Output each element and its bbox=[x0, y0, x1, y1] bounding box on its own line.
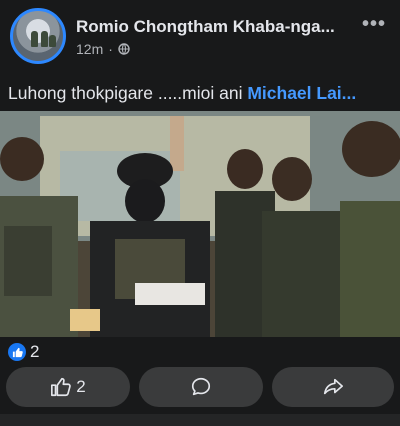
post-meta: 12m · bbox=[76, 41, 130, 57]
author-name[interactable]: Romio Chongtham Khaba-nga... bbox=[76, 17, 346, 37]
avatar-figure bbox=[41, 31, 48, 47]
share-icon bbox=[323, 378, 343, 395]
post-video[interactable] bbox=[0, 111, 400, 337]
like-button[interactable]: 2 bbox=[6, 367, 130, 407]
like-reaction-icon bbox=[8, 343, 26, 361]
caption-mention[interactable]: Michael Lai... bbox=[247, 83, 356, 103]
avatar-figure bbox=[31, 31, 38, 47]
post-caption: Luhong thokpigare .....mioi ani Michael … bbox=[8, 83, 356, 104]
avatar-figure bbox=[49, 35, 56, 47]
video-frame bbox=[0, 111, 400, 337]
bottom-bar bbox=[0, 414, 400, 426]
reaction-summary[interactable]: 2 bbox=[8, 342, 39, 362]
caption-text: Luhong thokpigare .....mioi ani bbox=[8, 83, 248, 103]
share-button[interactable] bbox=[272, 367, 394, 407]
reaction-count: 2 bbox=[30, 342, 40, 361]
avatar[interactable] bbox=[10, 8, 66, 64]
action-bar: 2 bbox=[0, 367, 400, 409]
meta-separator: · bbox=[108, 41, 113, 57]
more-options-button[interactable]: ••• bbox=[360, 14, 388, 34]
post-time[interactable]: 12m bbox=[76, 41, 103, 57]
comment-icon bbox=[191, 377, 211, 396]
like-count: 2 bbox=[76, 377, 86, 396]
more-icon: ••• bbox=[361, 13, 386, 35]
comment-button[interactable] bbox=[139, 367, 263, 407]
globe-icon bbox=[118, 43, 130, 55]
post-header: Romio Chongtham Khaba-nga... 12m · ••• bbox=[0, 0, 400, 70]
like-icon bbox=[51, 377, 72, 397]
